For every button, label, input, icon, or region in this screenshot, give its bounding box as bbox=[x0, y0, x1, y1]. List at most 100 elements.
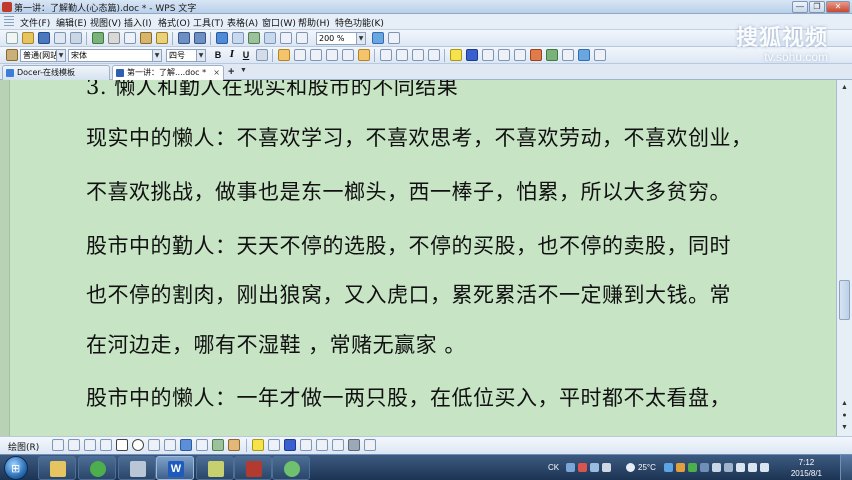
redo-icon[interactable] bbox=[194, 32, 206, 44]
antivirus-icon[interactable] bbox=[578, 463, 587, 472]
menu-tools[interactable]: 工具(T) bbox=[193, 16, 224, 29]
restore-button[interactable]: ❐ bbox=[809, 1, 825, 13]
help-icon[interactable] bbox=[372, 32, 384, 44]
line-icon[interactable] bbox=[84, 439, 96, 451]
numbering-icon[interactable] bbox=[380, 49, 392, 61]
menu-table[interactable]: 表格(A) bbox=[227, 16, 258, 29]
arrow-style-icon[interactable] bbox=[332, 439, 344, 451]
phonetic-guide-icon[interactable] bbox=[498, 49, 510, 61]
chevron-down-icon[interactable]: ▼ bbox=[152, 50, 161, 61]
underline-button[interactable]: U bbox=[240, 49, 252, 61]
chevron-down-icon[interactable]: ▼ bbox=[240, 67, 247, 74]
tray-app-icon[interactable] bbox=[712, 463, 721, 472]
clipart-icon[interactable] bbox=[212, 439, 224, 451]
bold-button[interactable]: B bbox=[212, 49, 224, 61]
line-color-icon[interactable] bbox=[268, 439, 280, 451]
font-color-icon[interactable] bbox=[256, 49, 268, 61]
volume-icon[interactable] bbox=[760, 463, 769, 472]
undo-icon[interactable] bbox=[178, 32, 190, 44]
start-button[interactable]: ⊞ bbox=[4, 456, 28, 480]
save-icon[interactable] bbox=[38, 32, 50, 44]
wps-app-icon[interactable] bbox=[2, 2, 12, 12]
tray-app-icon[interactable] bbox=[688, 463, 697, 472]
spellcheck-icon[interactable] bbox=[92, 32, 104, 44]
drawing-menu[interactable]: 绘图(R) bbox=[8, 440, 39, 453]
menu-format[interactable]: 格式(O) bbox=[158, 16, 190, 29]
taskbar-chat[interactable] bbox=[272, 456, 310, 480]
ime-icon[interactable] bbox=[590, 463, 599, 472]
tray-app-icon[interactable] bbox=[676, 463, 685, 472]
menu-view[interactable]: 视图(V) bbox=[90, 16, 121, 29]
format-painter-icon[interactable] bbox=[156, 32, 168, 44]
minimize-button[interactable]: — bbox=[792, 1, 808, 13]
font-select[interactable]: 宋体 ▼ bbox=[68, 49, 162, 62]
menu-grip-icon[interactable] bbox=[4, 16, 14, 27]
menu-insert[interactable]: 插入(I) bbox=[124, 16, 152, 29]
columns-icon[interactable] bbox=[264, 32, 276, 44]
line-style-icon[interactable] bbox=[300, 439, 312, 451]
justify-icon[interactable] bbox=[326, 49, 338, 61]
taskbar-media[interactable] bbox=[118, 456, 156, 480]
arrow-icon[interactable] bbox=[100, 439, 112, 451]
tab-current-document[interactable]: 第一讲：了解....doc * × bbox=[112, 65, 224, 80]
print-icon[interactable] bbox=[54, 32, 66, 44]
show-desktop-button[interactable] bbox=[840, 455, 852, 480]
change-case-icon[interactable] bbox=[530, 49, 542, 61]
taskbar-wps-writer[interactable]: W bbox=[156, 456, 194, 480]
line-spacing-icon[interactable] bbox=[358, 49, 370, 61]
close-button[interactable]: ✕ bbox=[826, 1, 850, 13]
document-area[interactable]: 3. 懒人和勤人在现实和股市的不同结果 现实中的懒人：不喜欢学习，不喜欢思考，不… bbox=[0, 80, 852, 436]
excel-icon[interactable] bbox=[248, 32, 260, 44]
font-size-select[interactable]: 四号 ▼ bbox=[166, 49, 206, 62]
styles-icon[interactable] bbox=[6, 49, 18, 61]
clock[interactable]: 7:12 2015/8/1 bbox=[791, 457, 822, 479]
print-preview-icon[interactable] bbox=[70, 32, 82, 44]
template-icon[interactable] bbox=[546, 49, 558, 61]
textbox-icon[interactable] bbox=[148, 439, 160, 451]
page-setup-icon[interactable] bbox=[562, 49, 574, 61]
wordart-icon[interactable] bbox=[180, 439, 192, 451]
vertical-scrollbar[interactable]: ▲ ▲ ● ▼ bbox=[836, 80, 852, 436]
ellipse-icon[interactable] bbox=[132, 439, 144, 451]
autoshapes-icon[interactable] bbox=[68, 439, 80, 451]
fill-color-icon[interactable] bbox=[252, 439, 264, 451]
bullets-icon[interactable] bbox=[396, 49, 408, 61]
close-tab-icon[interactable]: × bbox=[213, 66, 220, 79]
table-icon[interactable] bbox=[232, 32, 244, 44]
open-icon[interactable] bbox=[22, 32, 34, 44]
tab-docer-templates[interactable]: Docer-在线模板 bbox=[2, 65, 110, 80]
zoom-select[interactable]: 200 % ▼ bbox=[316, 32, 366, 45]
flag-icon[interactable] bbox=[736, 463, 745, 472]
menu-window[interactable]: 窗口(W) bbox=[262, 16, 296, 29]
toolbar-options-icon[interactable] bbox=[388, 32, 400, 44]
borders-icon[interactable] bbox=[578, 49, 590, 61]
menu-features[interactable]: 特色功能(K) bbox=[335, 16, 384, 29]
font-color-icon[interactable] bbox=[284, 439, 296, 451]
show-marks-icon[interactable] bbox=[296, 32, 308, 44]
document-page[interactable]: 3. 懒人和勤人在现实和股市的不同结果 现实中的懒人：不喜欢学习，不喜欢思考，不… bbox=[10, 80, 836, 436]
menu-edit[interactable]: 编辑(E) bbox=[56, 16, 87, 29]
new-tab-button[interactable]: + bbox=[228, 66, 234, 78]
italic-button[interactable]: I bbox=[226, 49, 238, 61]
paste-icon[interactable] bbox=[140, 32, 152, 44]
weather-icon[interactable] bbox=[626, 463, 635, 472]
network-icon[interactable] bbox=[664, 463, 673, 472]
shadow-icon[interactable] bbox=[348, 439, 360, 451]
diagram-icon[interactable] bbox=[196, 439, 208, 451]
taskbar-notes[interactable] bbox=[196, 456, 234, 480]
3d-icon[interactable] bbox=[364, 439, 376, 451]
taskbar-browser[interactable] bbox=[78, 456, 116, 480]
rectangle-icon[interactable] bbox=[116, 439, 128, 451]
align-left-icon[interactable] bbox=[278, 49, 290, 61]
scroll-thumb[interactable] bbox=[839, 280, 850, 320]
toolbar-more-icon[interactable] bbox=[594, 49, 606, 61]
text-color-icon[interactable] bbox=[466, 49, 478, 61]
next-page-icon[interactable]: ▼ bbox=[839, 422, 850, 433]
tray-app-icon[interactable] bbox=[602, 463, 611, 472]
tray-app-icon[interactable] bbox=[724, 463, 733, 472]
character-border-icon[interactable] bbox=[482, 49, 494, 61]
chevron-down-icon[interactable]: ▼ bbox=[56, 50, 65, 61]
copy-icon[interactable] bbox=[124, 32, 136, 44]
previous-page-icon[interactable]: ▲ bbox=[839, 398, 850, 409]
style-select[interactable]: 普通(网站) ▼ bbox=[20, 49, 66, 62]
